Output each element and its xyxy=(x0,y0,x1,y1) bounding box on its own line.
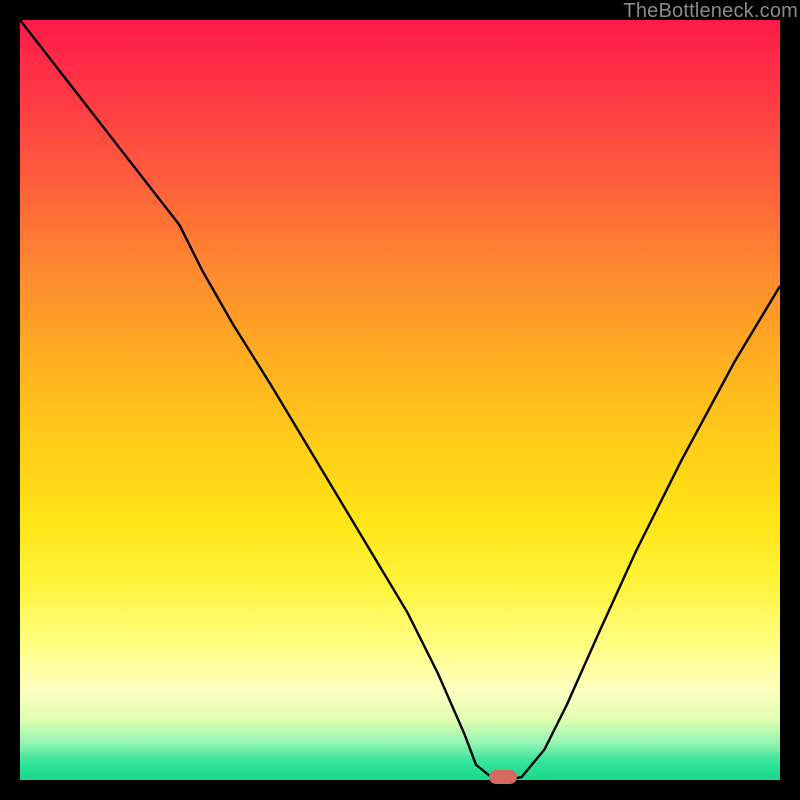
optimal-marker xyxy=(489,770,517,784)
watermark-text: TheBottleneck.com xyxy=(623,0,798,23)
bottleneck-curve xyxy=(20,20,780,780)
chart-frame: TheBottleneck.com xyxy=(0,0,800,800)
chart-plot-area xyxy=(20,20,780,780)
